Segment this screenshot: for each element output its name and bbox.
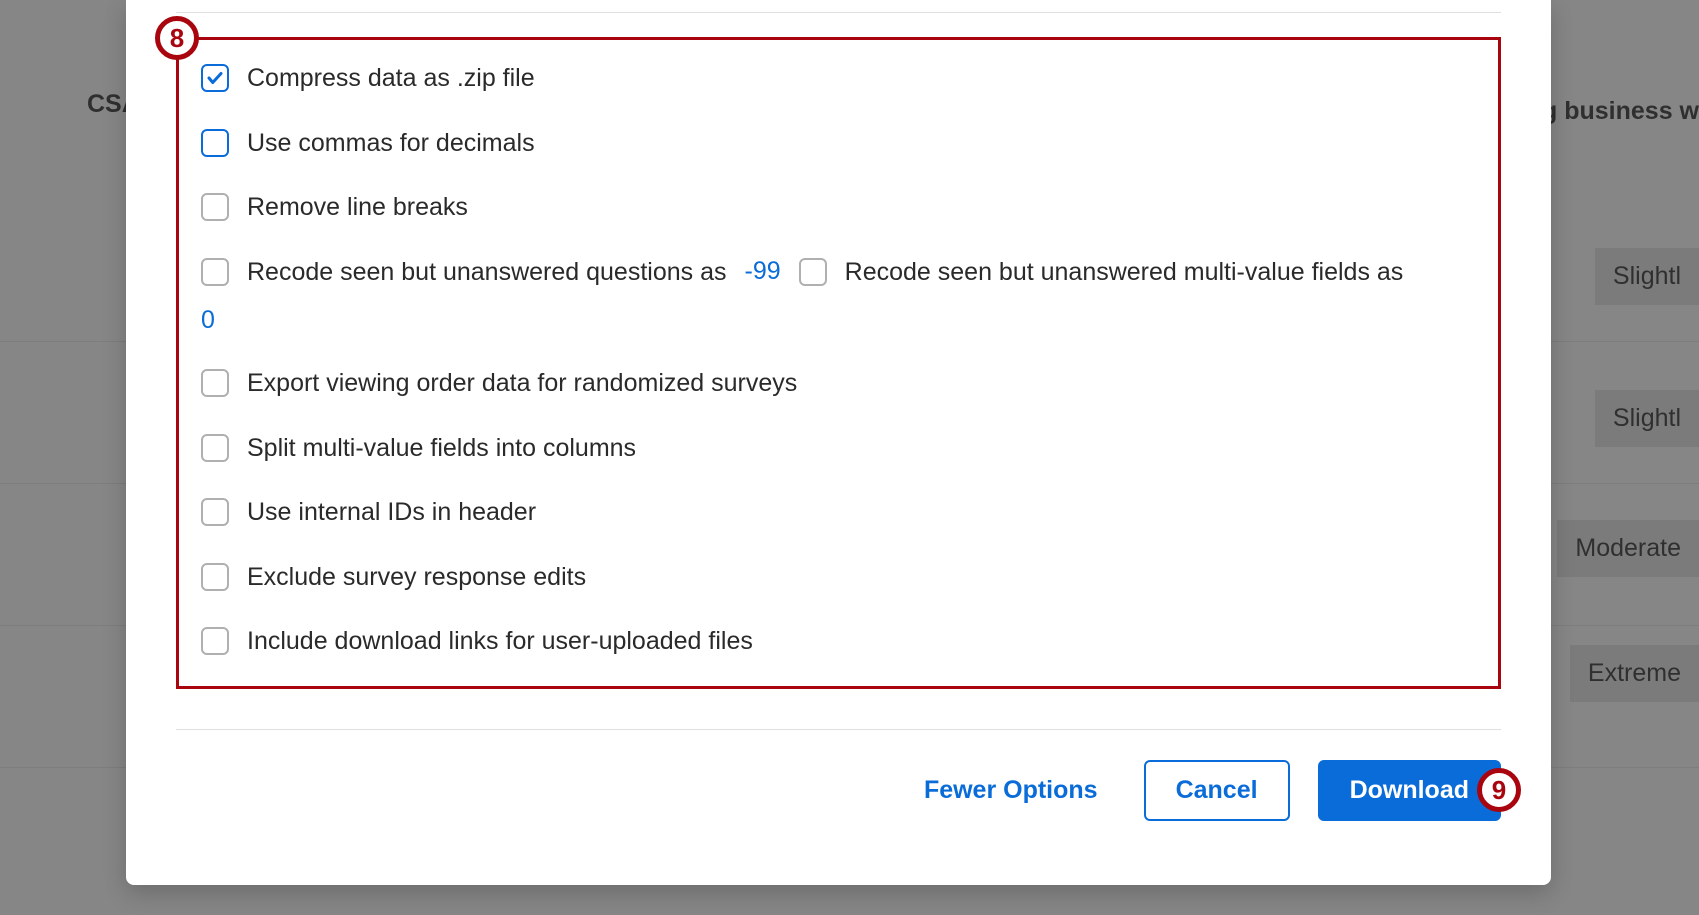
modal-footer: Fewer Options Cancel Download 9	[176, 729, 1501, 851]
option-internal-ids[interactable]: Use internal IDs in header	[201, 496, 1476, 529]
option-label: Recode seen but unanswered questions as	[247, 256, 727, 289]
checkbox-compress-zip[interactable]	[201, 64, 229, 92]
annotation-badge-8: 8	[155, 16, 199, 60]
checkbox-recode-multi[interactable]	[799, 258, 827, 286]
option-remove-line-breaks[interactable]: Remove line breaks	[201, 191, 1476, 224]
checkbox-export-viewing-order[interactable]	[201, 369, 229, 397]
recode-unanswered-value[interactable]: -99	[745, 257, 781, 286]
checkbox-internal-ids[interactable]	[201, 498, 229, 526]
option-exclude-edits[interactable]: Exclude survey response edits	[201, 561, 1476, 594]
more-options-section: 8 Compress data as .zip file Use commas …	[176, 37, 1501, 689]
checkbox-exclude-edits[interactable]	[201, 563, 229, 591]
checkbox-remove-line-breaks[interactable]	[201, 193, 229, 221]
recode-multi-value[interactable]: 0	[201, 306, 1476, 335]
option-use-commas[interactable]: Use commas for decimals	[201, 127, 1476, 160]
download-button[interactable]: Download 9	[1318, 760, 1501, 821]
fewer-options-button[interactable]: Fewer Options	[906, 762, 1116, 819]
option-label: Export viewing order data for randomized…	[247, 367, 797, 400]
option-split-multi-value[interactable]: Split multi-value fields into columns	[201, 432, 1476, 465]
option-label: Use internal IDs in header	[247, 496, 536, 529]
option-recode-row: Recode seen but unanswered questions as …	[201, 256, 1476, 289]
option-label: Include download links for user-uploaded…	[247, 625, 753, 658]
option-label: Split multi-value fields into columns	[247, 432, 636, 465]
divider	[176, 12, 1501, 13]
export-options-modal: 8 Compress data as .zip file Use commas …	[126, 0, 1551, 885]
checkbox-include-download-links[interactable]	[201, 627, 229, 655]
checkbox-recode-unanswered[interactable]	[201, 258, 229, 286]
option-label: Exclude survey response edits	[247, 561, 586, 594]
cancel-button[interactable]: Cancel	[1144, 760, 1290, 821]
option-label: Remove line breaks	[247, 191, 468, 224]
check-icon	[206, 69, 224, 87]
option-compress-zip[interactable]: Compress data as .zip file	[201, 62, 1476, 95]
checkbox-split-multi-value[interactable]	[201, 434, 229, 462]
option-include-download-links[interactable]: Include download links for user-uploaded…	[201, 625, 1476, 658]
option-label: Use commas for decimals	[247, 127, 535, 160]
download-button-label: Download	[1350, 776, 1469, 804]
checkbox-use-commas[interactable]	[201, 129, 229, 157]
annotation-badge-9: 9	[1477, 768, 1521, 812]
option-label: Recode seen but unanswered multi-value f…	[845, 256, 1404, 289]
option-export-viewing-order[interactable]: Export viewing order data for randomized…	[201, 367, 1476, 400]
option-label: Compress data as .zip file	[247, 62, 535, 95]
